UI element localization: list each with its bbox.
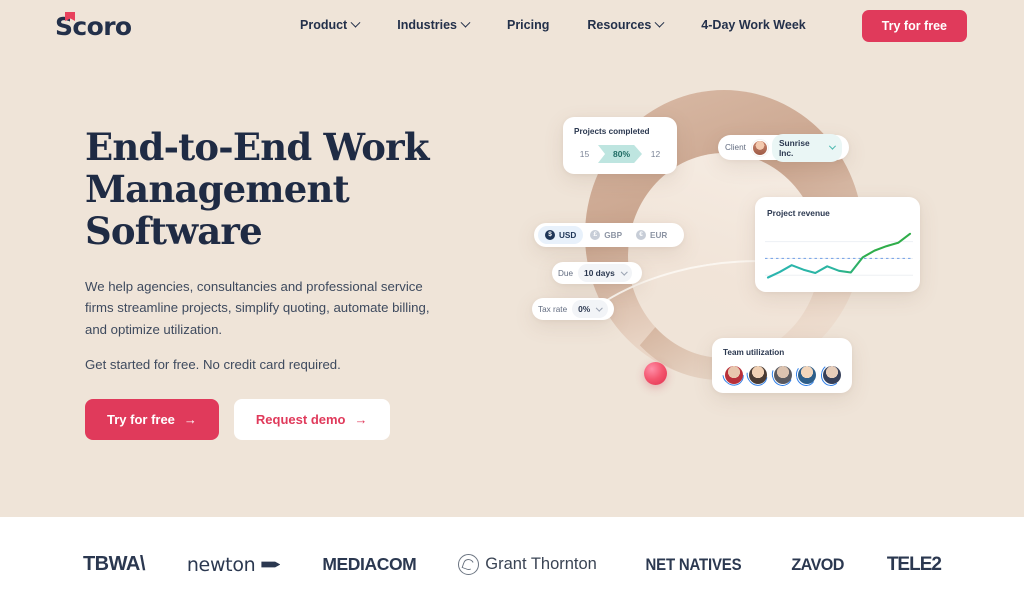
currency-code: GBP	[604, 230, 623, 240]
logo-text: NET NATIVES	[645, 554, 742, 574]
revenue-line-chart-svg	[765, 232, 913, 279]
team-utilization-card: Team utilization	[712, 338, 852, 393]
logo-tele2: TELE2	[886, 553, 942, 576]
grant-thornton-spiral-icon	[458, 554, 480, 575]
currency-option-usd[interactable]: $ USD	[538, 226, 584, 244]
logo-zavod: ZAVOD	[790, 555, 845, 575]
due-dropdown[interactable]: 10 days	[578, 264, 633, 282]
team-avatar	[819, 362, 843, 388]
client-label: Client	[725, 143, 746, 152]
currency-option-eur[interactable]: € EUR	[629, 226, 674, 244]
site-header: Scoro Product Industries Pricing Resourc…	[0, 0, 1024, 50]
headline-line-2: Management Software	[85, 167, 350, 254]
nav-label: Pricing	[506, 18, 550, 32]
team-avatar	[742, 360, 773, 390]
card-title: Team utilization	[723, 348, 785, 357]
team-avatar	[718, 360, 749, 390]
chevron-down-icon	[460, 17, 471, 28]
nav-label: Resources	[587, 18, 652, 32]
decorative-dot	[644, 362, 667, 385]
due-value: 10 days	[584, 268, 615, 278]
nav-item-resources[interactable]: Resources	[587, 17, 665, 32]
chart-line-series	[766, 232, 912, 279]
avatar-image	[725, 366, 743, 384]
logo-mediacom: MEDIACOM	[322, 554, 416, 575]
team-avatar	[768, 360, 796, 390]
logo-grant-thornton: Grant Thornton	[458, 554, 597, 575]
tax-dropdown[interactable]: 0%	[572, 300, 608, 318]
due-date-card[interactable]: Due 10 days	[552, 262, 642, 284]
client-dropdown[interactable]: Sunrise Inc.	[771, 133, 842, 162]
tax-label: Tax rate	[538, 304, 568, 314]
chevron-down-icon	[596, 304, 603, 311]
currency-code: USD	[559, 230, 577, 240]
chevron-down-icon	[654, 17, 665, 28]
hero-try-for-free-button[interactable]: Try for free →	[85, 399, 219, 441]
headline-line-1: End-to-End Work	[85, 125, 429, 169]
project-revenue-card: Project revenue	[755, 197, 920, 292]
currency-code: EUR	[650, 230, 668, 240]
projects-completed-card: Projects completed 15 80% 12	[563, 117, 677, 174]
nav-label: 4-Day Work Week	[701, 18, 806, 32]
landing-page: Scoro Product Industries Pricing Resourc…	[0, 0, 1024, 612]
nav-item-industries[interactable]: Industries	[397, 17, 471, 32]
team-avatar-list	[718, 360, 843, 390]
logo-text: TELE2	[886, 553, 942, 575]
nav-label: Industries	[397, 18, 457, 32]
avatar-image	[773, 366, 792, 384]
logo-tbwa: TBWA\	[83, 553, 145, 576]
main-navigation: Product Industries Pricing Resources 4-D…	[300, 0, 806, 50]
arrow-right-icon: →	[183, 412, 197, 428]
logo-text: MEDIACOM	[322, 554, 417, 574]
logo-text: TBWA\	[82, 553, 145, 575]
button-label: Try for free	[107, 412, 175, 428]
button-label: Request demo	[255, 412, 346, 428]
hero-cta-row: Try for free → Request demo →	[85, 399, 485, 441]
avatar-image	[822, 366, 841, 384]
hero-paragraph: We help agencies, consultancies and prof…	[85, 278, 430, 337]
projects-left-value: 15	[579, 149, 590, 159]
logo-text: newton	[186, 553, 256, 576]
logo-newton: newton	[187, 554, 281, 576]
client-selector-card[interactable]: Client Sunrise Inc.	[718, 133, 849, 162]
scoro-logo[interactable]: Scoro	[55, 12, 132, 41]
projects-right-value: 12	[650, 149, 661, 159]
logo-text: ZAVOD	[791, 554, 844, 574]
chevron-down-icon	[350, 17, 361, 28]
hero-illustration: Projects completed 15 80% 12 Client Sunr…	[500, 55, 1000, 458]
arrow-right-icon: →	[354, 412, 368, 428]
dollar-icon: $	[545, 230, 555, 240]
page-title: End-to-End Work Management Software	[85, 126, 485, 253]
chevron-down-icon	[620, 268, 628, 275]
tax-rate-card[interactable]: Tax rate 0%	[532, 298, 614, 320]
hero-subnote: Get started for free. No credit card req…	[85, 357, 341, 373]
header-try-for-free-button[interactable]: Try for free	[861, 10, 967, 42]
client-value: Sunrise Inc.	[778, 137, 810, 158]
projects-stats-row: 15 80% 12	[574, 145, 666, 163]
chevron-down-icon	[829, 142, 837, 150]
nav-label: Product	[300, 18, 348, 32]
card-title: Project revenue	[767, 208, 830, 218]
nav-item-four-day-work-week[interactable]: 4-Day Work Week	[701, 18, 805, 32]
euro-icon: €	[636, 230, 647, 240]
newton-arrow-icon	[261, 561, 281, 568]
logo-net-natives: NET NATIVES	[639, 555, 748, 575]
currency-option-gbp[interactable]: £ GBP	[583, 226, 629, 244]
customer-logo-bar: TBWA\ newton MEDIACOM Grant Thornton NET…	[0, 517, 1024, 612]
client-avatar	[751, 139, 768, 156]
hero-copy: End-to-End Work Management Software We h…	[85, 126, 485, 441]
logo-text: Grant Thornton	[485, 555, 597, 573]
card-title: Projects completed	[574, 127, 650, 136]
pound-icon: £	[590, 230, 601, 240]
nav-item-product[interactable]: Product	[300, 17, 361, 32]
team-avatar	[794, 362, 819, 388]
nav-item-pricing[interactable]: Pricing	[507, 18, 549, 32]
hero-request-demo-button[interactable]: Request demo →	[233, 399, 390, 441]
due-label: Due	[558, 268, 574, 278]
revenue-chart	[765, 223, 913, 285]
projects-highlight-value: 80%	[598, 145, 642, 163]
currency-selector-card[interactable]: $ USD £ GBP € EUR	[534, 223, 684, 247]
hero-section: Scoro Product Industries Pricing Resourc…	[0, 0, 1024, 517]
tax-value: 0%	[578, 304, 591, 314]
